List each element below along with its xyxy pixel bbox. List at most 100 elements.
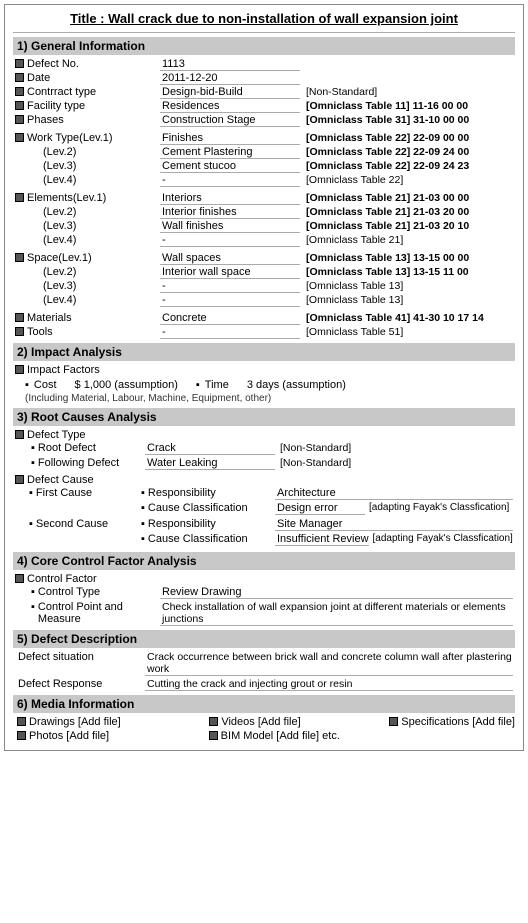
bullet-icon: ▪ xyxy=(29,518,33,530)
row-elem1: Elements(Lev.1) Interiors [Omniclass Tab… xyxy=(13,192,515,205)
row-resp1: ▪ Responsibility Architecture xyxy=(135,487,513,500)
sq-icon xyxy=(209,717,218,726)
row-contract: Contrract type Design-bid-Build [Non-Sta… xyxy=(13,86,515,99)
facility-value: Residences xyxy=(160,100,300,113)
root-defect-label: Root Defect xyxy=(38,442,96,454)
row-materials: Materials Concrete [Omniclass Table 41] … xyxy=(13,312,515,325)
work4-value: - xyxy=(160,174,300,187)
defect-response-value: Cutting the crack and injecting grout or… xyxy=(145,678,513,691)
cause-class1-value: Design error xyxy=(275,502,365,515)
phases-value: Construction Stage xyxy=(160,114,300,127)
section-description: 5) Defect Description xyxy=(13,630,515,648)
work1-label: Work Type(Lev.1) xyxy=(27,132,113,144)
media-specs[interactable]: Specifications [Add file] xyxy=(389,716,515,728)
defect-response-label: Defect Response xyxy=(18,678,102,690)
bullet-icon: ▪ xyxy=(31,442,35,454)
row-defect-response: Defect Response Cutting the crack and in… xyxy=(13,678,515,691)
sq-icon xyxy=(15,475,24,484)
work3-value: Cement stucoo xyxy=(160,160,300,173)
bullet-icon: ▪ xyxy=(141,533,145,545)
facility-omni: [Omniclass Table 11] 11-16 00 00 xyxy=(300,100,513,112)
cause-class1-omni: [adapting Fayak's Classfication] xyxy=(365,502,513,513)
resp1-label: Responsibility xyxy=(148,487,216,499)
row-space2: (Lev.2) Interior wall space [Omniclass T… xyxy=(13,266,515,279)
contract-omni: [Non-Standard] xyxy=(300,86,513,98)
elem4-value: - xyxy=(160,234,300,247)
row-resp2: ▪ Responsibility Site Manager xyxy=(135,518,513,531)
date-label: Date xyxy=(27,72,50,84)
bullet-icon: ▪ xyxy=(141,518,145,530)
tools-value: - xyxy=(160,326,300,339)
defect-cause-label: Defect Cause xyxy=(27,474,94,486)
defect-type-label: Defect Type xyxy=(27,429,86,441)
resp2-value: Site Manager xyxy=(275,518,513,531)
phases-label: Phases xyxy=(27,114,64,126)
sq-icon xyxy=(15,73,24,82)
media-videos[interactable]: Videos [Add file] xyxy=(209,716,300,728)
bullet-icon: ▪ xyxy=(31,457,35,469)
impact-time-value: 3 days (assumption) xyxy=(247,379,346,391)
time-label: Time xyxy=(205,379,229,391)
bullet-icon: ▪ xyxy=(141,502,145,514)
specs-label[interactable]: Specifications [Add file] xyxy=(401,716,515,728)
section-media: 6) Media Information xyxy=(13,695,515,713)
impact-time: ▪ Time xyxy=(196,379,229,391)
sq-icon xyxy=(15,327,24,336)
space1-value: Wall spaces xyxy=(160,252,300,265)
date-value: 2011-12-20 xyxy=(160,72,300,85)
photos-label[interactable]: Photos [Add file] xyxy=(29,730,109,742)
media-drawings[interactable]: Drawings [Add file] xyxy=(17,716,121,728)
media-bim[interactable]: BIM Model [Add file] etc. xyxy=(209,730,340,742)
media-photos[interactable]: Photos [Add file] xyxy=(17,730,109,742)
cause-class2-label: Cause Classification xyxy=(148,533,248,545)
materials-label: Materials xyxy=(27,312,72,324)
row-cause-class2: ▪ Cause Classification Insufficient Revi… xyxy=(135,533,513,546)
bullet-icon: ▪ xyxy=(25,379,29,391)
row-defect-no: Defect No. 1113 xyxy=(13,58,515,71)
row-first-cause-label: ▪ First Cause ▪ Responsibility Architect… xyxy=(13,487,515,517)
root-defect-omni: [Non-Standard] xyxy=(275,442,513,454)
row-control-point: ▪ Control Point and Measure Check instal… xyxy=(13,601,515,626)
defect-no-label: Defect No. xyxy=(27,58,79,70)
resp2-label: Responsibility xyxy=(148,518,216,530)
row-work3: (Lev.3) Cement stucoo [Omniclass Table 2… xyxy=(13,160,515,173)
cause-class1-label: Cause Classification xyxy=(148,502,248,514)
row-elem4: (Lev.4) - [Omniclass Table 21] xyxy=(13,234,515,247)
media-row2: Photos [Add file] BIM Model [Add file] e… xyxy=(13,730,515,742)
row-space1: Space(Lev.1) Wall spaces [Omniclass Tabl… xyxy=(13,252,515,265)
impact-note: (Including Material, Labour, Machine, Eq… xyxy=(13,393,515,404)
row-root-defect: ▪ Root Defect Crack [Non-Standard] xyxy=(13,442,515,455)
facility-label: Facility type xyxy=(27,100,85,112)
sq-icon xyxy=(209,731,218,740)
row-following-defect: ▪ Following Defect Water Leaking [Non-St… xyxy=(13,457,515,470)
bim-label[interactable]: BIM Model [Add file] etc. xyxy=(221,730,340,742)
sq-icon xyxy=(15,115,24,124)
videos-label[interactable]: Videos [Add file] xyxy=(221,716,300,728)
defect-no-value: 1113 xyxy=(160,58,300,71)
elem2-value: Interior finishes xyxy=(160,206,300,219)
row-defect-cause-header: Defect Cause xyxy=(13,474,515,486)
defect-situation-value: Crack occurrence between brick wall and … xyxy=(145,651,513,676)
sq-icon xyxy=(15,365,24,374)
first-cause-label: First Cause xyxy=(36,487,92,499)
row-elem3: (Lev.3) Wall finishes [Omniclass Table 2… xyxy=(13,220,515,233)
sq-icon xyxy=(17,731,26,740)
materials-value: Concrete xyxy=(160,312,300,325)
section-root: 3) Root Causes Analysis xyxy=(13,408,515,426)
bullet-icon: ▪ xyxy=(141,487,145,499)
time-value: 3 days (assumption) xyxy=(247,379,346,391)
cause-class2-value: Insufficient Review xyxy=(275,533,369,546)
following-defect-label: Following Defect xyxy=(38,457,119,469)
sq-icon xyxy=(15,574,24,583)
following-defect-value: Water Leaking xyxy=(145,457,275,470)
row-work1: Work Type(Lev.1) Finishes [Omniclass Tab… xyxy=(13,132,515,145)
control-point-label: Control Point and Measure xyxy=(38,601,160,625)
tools-label: Tools xyxy=(27,326,53,338)
drawings-label[interactable]: Drawings [Add file] xyxy=(29,716,121,728)
control-type-value: Review Drawing xyxy=(160,586,513,599)
row-elem2: (Lev.2) Interior finishes [Omniclass Tab… xyxy=(13,206,515,219)
cost-label: Cost xyxy=(34,379,57,391)
main-page: Title : Wall crack due to non-installati… xyxy=(4,4,524,751)
section-impact: 2) Impact Analysis xyxy=(13,343,515,361)
row-work2: (Lev.2) Cement Plastering [Omniclass Tab… xyxy=(13,146,515,159)
